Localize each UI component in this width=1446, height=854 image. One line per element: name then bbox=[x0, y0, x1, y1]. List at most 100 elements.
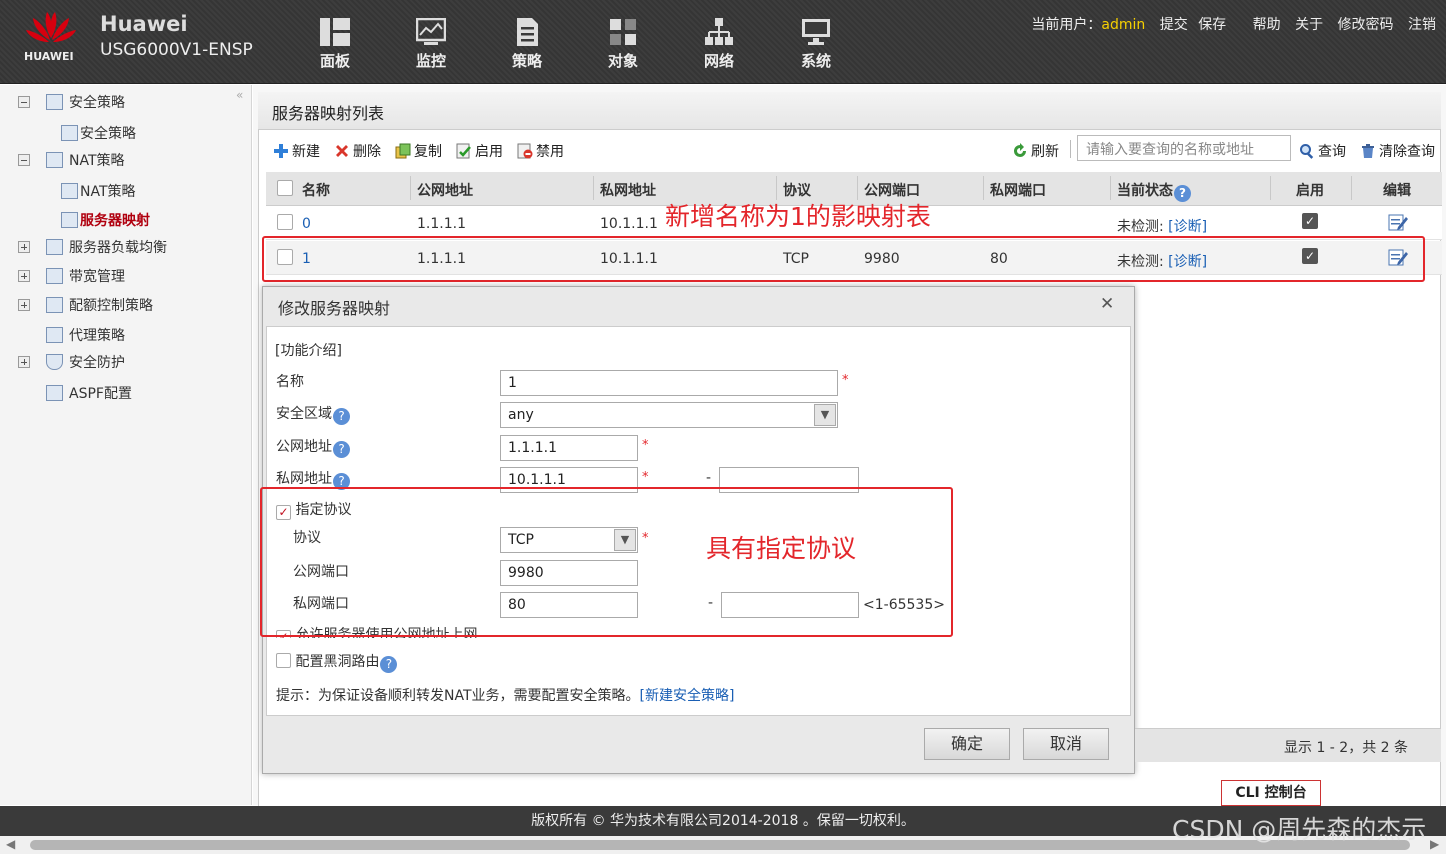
sidebar-item-server-load-balancing[interactable]: 服务器负载均衡 bbox=[18, 237, 167, 257]
query-button[interactable]: 查询 bbox=[1299, 141, 1346, 161]
policy-icon bbox=[517, 18, 538, 46]
zone-select[interactable]: any bbox=[500, 402, 838, 428]
row-public-ip: 1.1.1.1 bbox=[417, 216, 466, 232]
scroll-left-icon[interactable]: ◀ bbox=[6, 837, 15, 851]
brand-model: USG6000V1-ENSP bbox=[100, 40, 253, 60]
toolbar-divider bbox=[1070, 140, 1071, 158]
policy-icon bbox=[46, 94, 63, 110]
sidebar-item-security-policy[interactable]: 安全策略 bbox=[61, 123, 136, 143]
nav-policy[interactable]: 策略 bbox=[497, 18, 557, 78]
current-user-label: 当前用户： bbox=[1031, 17, 1102, 33]
enable-icon bbox=[456, 143, 471, 159]
col-private-ip[interactable]: 私网地址 bbox=[600, 180, 656, 200]
highlight-row-box bbox=[262, 236, 1425, 282]
delete-button[interactable]: 删除 bbox=[334, 141, 381, 161]
cancel-button[interactable]: 取消 bbox=[1023, 728, 1109, 760]
about-link[interactable]: 关于 bbox=[1295, 17, 1323, 33]
scroll-right-icon[interactable]: ▶ bbox=[1430, 837, 1439, 851]
row-enabled-checkbox[interactable]: ✓ bbox=[1302, 213, 1318, 229]
nav-object[interactable]: 对象 bbox=[593, 18, 653, 78]
public-ip-label: 公网地址? bbox=[276, 436, 350, 458]
sidebar-item-quota[interactable]: 配额控制策略 bbox=[18, 295, 153, 315]
copy-button[interactable]: 复制 bbox=[395, 141, 442, 161]
col-name[interactable]: 名称 bbox=[302, 180, 330, 200]
row-name[interactable]: 0 bbox=[302, 216, 311, 232]
intro-link[interactable]: [功能介绍] bbox=[275, 340, 342, 360]
sidebar-item-security-policy-group[interactable]: 安全策略 bbox=[18, 92, 125, 112]
close-icon[interactable]: ✕ bbox=[1100, 294, 1114, 314]
logout-link[interactable]: 注销 bbox=[1408, 17, 1436, 33]
col-public-ip[interactable]: 公网地址 bbox=[417, 180, 473, 200]
save-link[interactable]: 保存 bbox=[1198, 17, 1226, 33]
name-input[interactable]: 1 bbox=[500, 370, 838, 396]
col-divider bbox=[1110, 176, 1111, 200]
policy-icon bbox=[61, 125, 78, 141]
search-input[interactable]: 请输入要查询的名称或地址 bbox=[1077, 135, 1291, 161]
nav-dashboard[interactable]: 面板 bbox=[305, 18, 365, 78]
zone-label: 安全区域? bbox=[276, 403, 350, 425]
col-edit: 编辑 bbox=[1383, 183, 1411, 199]
ok-button[interactable]: 确定 bbox=[924, 728, 1010, 760]
disable-button[interactable]: 禁用 bbox=[517, 141, 564, 161]
expand-icon[interactable] bbox=[18, 299, 30, 311]
select-all-checkbox[interactable] bbox=[277, 180, 293, 200]
row-checkbox[interactable] bbox=[277, 214, 293, 234]
col-divider bbox=[593, 176, 594, 200]
object-icon bbox=[610, 19, 636, 45]
blackhole-route-checkbox[interactable]: 配置黑洞路由? bbox=[276, 651, 398, 673]
dialog-title: 修改服务器映射 bbox=[278, 299, 391, 318]
help-link[interactable]: 帮助 bbox=[1253, 17, 1281, 33]
disable-icon bbox=[517, 143, 533, 159]
dialog-hint: 提示：为保证设备顺利转发NAT业务，需要配置安全策略。[新建安全策略] bbox=[276, 688, 735, 704]
clear-query-button[interactable]: 清除查询 bbox=[1360, 141, 1435, 161]
help-icon[interactable]: ? bbox=[333, 408, 350, 425]
edit-icon[interactable] bbox=[1388, 213, 1408, 231]
col-divider bbox=[410, 176, 411, 200]
expand-icon[interactable] bbox=[18, 356, 30, 368]
enable-button[interactable]: 启用 bbox=[456, 141, 503, 161]
copy-icon bbox=[395, 143, 411, 159]
nav-system[interactable]: 系统 bbox=[786, 18, 846, 78]
sidebar-item-nat-policy-group[interactable]: NAT策略 bbox=[18, 150, 125, 170]
cli-console-button[interactable]: CLI 控制台 bbox=[1221, 780, 1321, 806]
refresh-button[interactable]: 刷新 bbox=[1012, 141, 1059, 161]
chevron-down-icon[interactable]: ▼ bbox=[814, 404, 836, 426]
bandwidth-icon bbox=[46, 268, 63, 284]
submit-link[interactable]: 提交 bbox=[1160, 17, 1188, 33]
expand-icon[interactable] bbox=[18, 241, 30, 253]
help-icon[interactable]: ? bbox=[1174, 185, 1191, 202]
sidebar-item-protection[interactable]: 安全防护 bbox=[18, 352, 125, 372]
shield-icon bbox=[46, 354, 63, 370]
aspf-icon bbox=[46, 385, 63, 401]
logo-text: HUAWEI bbox=[24, 50, 74, 63]
col-status[interactable]: 当前状态? bbox=[1117, 180, 1191, 202]
sidebar-item-nat-policy[interactable]: NAT策略 bbox=[61, 181, 136, 201]
new-button[interactable]: 新建 bbox=[273, 141, 320, 161]
new-security-policy-link[interactable]: [新建安全策略] bbox=[640, 688, 735, 704]
collapse-icon[interactable] bbox=[18, 96, 30, 108]
sidebar-item-proxy[interactable]: 代理策略 bbox=[46, 325, 125, 345]
col-divider bbox=[1270, 176, 1271, 200]
name-label: 名称 bbox=[276, 374, 304, 390]
clear-icon bbox=[1362, 144, 1374, 158]
brand-name: Huawei bbox=[100, 12, 188, 36]
range-dash: - bbox=[706, 470, 712, 486]
nat-icon bbox=[61, 212, 78, 228]
sidebar-item-bandwidth[interactable]: 带宽管理 bbox=[18, 266, 125, 286]
expand-icon[interactable] bbox=[18, 270, 30, 282]
public-ip-input[interactable]: 1.1.1.1 bbox=[500, 435, 638, 461]
row-status: 未检测: [诊断] bbox=[1117, 219, 1208, 235]
nav-label: 系统 bbox=[800, 52, 831, 70]
change-password-link[interactable]: 修改密码 bbox=[1338, 17, 1394, 33]
collapse-icon[interactable] bbox=[18, 154, 30, 166]
nat-icon bbox=[61, 183, 78, 199]
nav-network[interactable]: 网络 bbox=[689, 18, 749, 78]
collapse-sidebar-icon[interactable]: « bbox=[236, 88, 243, 102]
col-private-port[interactable]: 私网端口 bbox=[990, 180, 1046, 200]
help-icon[interactable]: ? bbox=[380, 656, 398, 673]
diagnose-link[interactable]: [诊断] bbox=[1168, 219, 1207, 235]
help-icon[interactable]: ? bbox=[333, 441, 350, 458]
nav-monitor[interactable]: 监控 bbox=[401, 18, 461, 78]
sidebar-item-aspf[interactable]: ASPF配置 bbox=[46, 383, 132, 403]
sidebar-item-server-mapping[interactable]: 服务器映射 bbox=[61, 210, 150, 230]
